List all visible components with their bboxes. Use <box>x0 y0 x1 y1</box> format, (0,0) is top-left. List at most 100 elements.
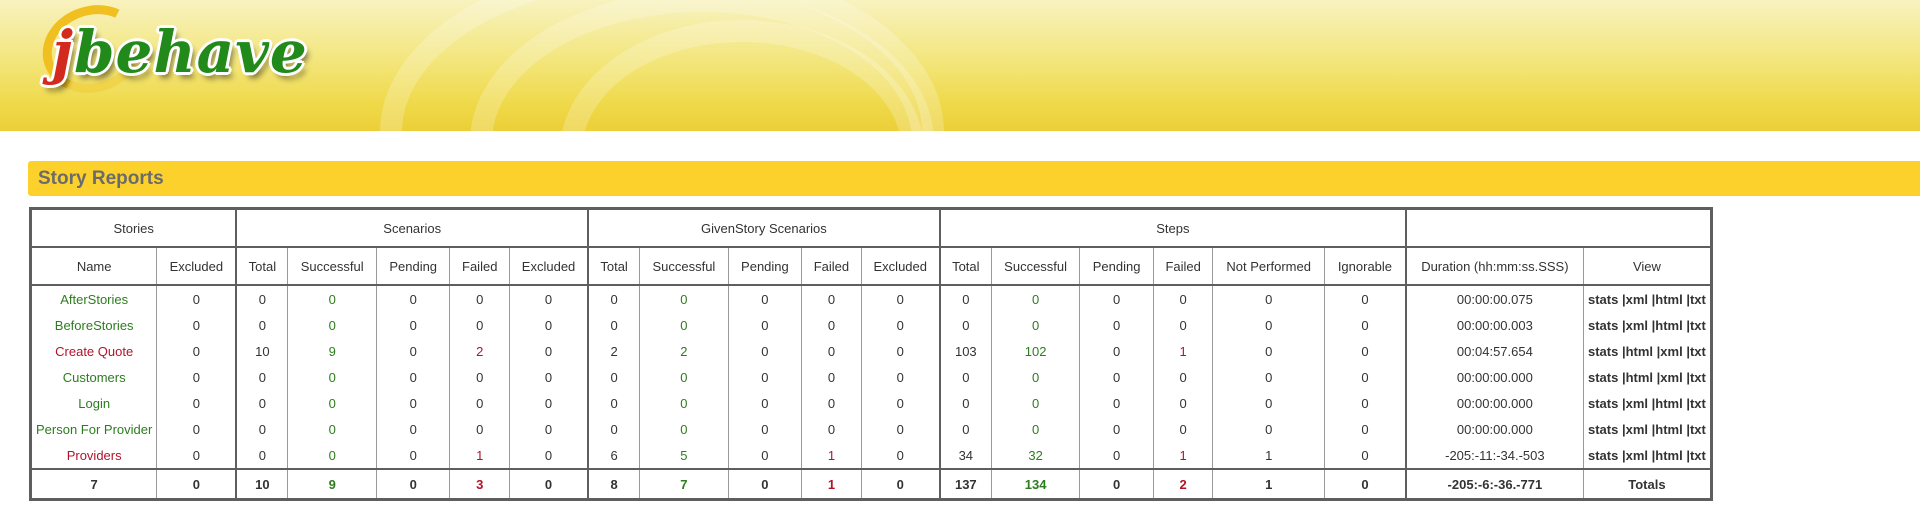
steps-successful-cell: 0 <box>990 312 1080 338</box>
steps-not-performed-cell: 0 <box>1212 312 1325 338</box>
totals-steps-not-performed-cell: 1 <box>1212 468 1325 500</box>
totals-givenstory-pending-cell: 0 <box>727 468 802 500</box>
col-givenstory-total: Total <box>587 246 640 286</box>
story-name-link[interactable]: Providers <box>31 442 157 469</box>
view-stats-link[interactable]: stats <box>1588 318 1618 333</box>
view-stats-link[interactable]: stats <box>1588 422 1618 437</box>
view-html-link[interactable]: |html <box>1652 448 1683 463</box>
story-excluded-cell: 0 <box>156 285 237 312</box>
totals-scenarios-successful-cell: 9 <box>287 468 377 500</box>
scenarios-total-cell: 0 <box>235 312 288 338</box>
story-name-link[interactable]: AfterStories <box>31 285 157 312</box>
scenarios-failed-cell: 0 <box>449 416 510 442</box>
steps-pending-cell: 0 <box>1079 442 1154 469</box>
view-xml-link[interactable]: |xml <box>1657 370 1683 385</box>
steps-total-cell: 0 <box>938 364 992 390</box>
col-steps-total: Total <box>938 246 992 286</box>
view-txt-link[interactable]: |txt <box>1686 396 1706 411</box>
steps-failed-cell: 1 <box>1152 442 1213 469</box>
col-steps-failed: Failed <box>1152 246 1213 286</box>
view-xml-link[interactable]: |xml <box>1622 292 1648 307</box>
view-links-cell: stats |html |xml |txt <box>1582 338 1712 364</box>
scenarios-total-cell: 0 <box>235 285 288 312</box>
view-html-link[interactable]: |html <box>1652 292 1683 307</box>
table-row: Person For Provider 0 0 0 0 0 0 0 0 0 0 0 0 0 0 0 0 0 00:0… <box>31 416 1712 442</box>
duration-cell: 00:00:00.075 <box>1404 285 1584 312</box>
steps-not-performed-cell: 0 <box>1212 285 1325 312</box>
view-html-link[interactable]: |html <box>1652 318 1683 333</box>
view-html-link[interactable]: |html <box>1622 370 1653 385</box>
view-xml-link[interactable]: |xml <box>1622 422 1648 437</box>
steps-failed-cell: 0 <box>1152 312 1213 338</box>
givenstory-pending-cell: 0 <box>727 416 802 442</box>
steps-pending-cell: 0 <box>1079 416 1154 442</box>
givenstory-failed-cell: 0 <box>801 285 862 312</box>
totals-duration-cell: -205:-6:-36.-771 <box>1404 468 1584 500</box>
view-html-link[interactable]: |html <box>1652 396 1683 411</box>
view-txt-link[interactable]: |txt <box>1686 448 1706 463</box>
steps-failed-cell: 0 <box>1152 364 1213 390</box>
givenstory-excluded-cell: 0 <box>860 442 940 469</box>
view-stats-link[interactable]: stats <box>1588 448 1618 463</box>
scenarios-pending-cell: 0 <box>375 442 450 469</box>
view-stats-link[interactable]: stats <box>1588 344 1618 359</box>
view-xml-link[interactable]: |xml <box>1657 344 1683 359</box>
givenstory-successful-cell: 2 <box>639 338 729 364</box>
scenarios-failed-cell: 0 <box>449 312 510 338</box>
section-bar: Story Reports <box>28 161 1920 196</box>
scenarios-failed-cell: 2 <box>449 338 510 364</box>
totals-scenarios-pending-cell: 0 <box>375 468 450 500</box>
totals-steps-pending-cell: 0 <box>1079 468 1154 500</box>
story-name-link[interactable]: Create Quote <box>31 338 157 364</box>
table-row: AfterStories 0 0 0 0 0 0 0 0 0 0 0 0 0 0 0 0 0 00:00:00.07… <box>31 285 1712 312</box>
scenarios-successful-cell: 0 <box>287 312 377 338</box>
steps-total-cell: 34 <box>938 442 992 469</box>
steps-ignorable-cell: 0 <box>1323 390 1406 416</box>
view-xml-link[interactable]: |xml <box>1622 396 1648 411</box>
view-txt-link[interactable]: |txt <box>1686 370 1706 385</box>
scenarios-excluded-cell: 0 <box>509 364 589 390</box>
totals-givenstory-failed-cell: 1 <box>801 468 862 500</box>
view-stats-link[interactable]: stats <box>1588 370 1618 385</box>
givenstory-excluded-cell: 0 <box>860 338 940 364</box>
duration-cell: -205:-11:-34.-503 <box>1404 442 1584 469</box>
story-name-link[interactable]: Customers <box>31 364 157 390</box>
steps-ignorable-cell: 0 <box>1323 442 1406 469</box>
view-html-link[interactable]: |html <box>1622 344 1653 359</box>
col-givenstory-pending: Pending <box>727 246 802 286</box>
col-scenarios-failed: Failed <box>449 246 510 286</box>
steps-pending-cell: 0 <box>1079 285 1154 312</box>
givenstory-total-cell: 2 <box>587 338 640 364</box>
view-xml-link[interactable]: |xml <box>1622 448 1648 463</box>
scenarios-pending-cell: 0 <box>375 364 450 390</box>
givenstory-failed-cell: 0 <box>801 338 862 364</box>
steps-successful-cell: 32 <box>990 442 1080 469</box>
view-stats-link[interactable]: stats <box>1588 292 1618 307</box>
givenstory-pending-cell: 0 <box>727 364 802 390</box>
view-txt-link[interactable]: |txt <box>1686 318 1706 333</box>
story-name-link[interactable]: Login <box>31 390 157 416</box>
view-stats-link[interactable]: stats <box>1588 396 1618 411</box>
scenarios-total-cell: 0 <box>235 364 288 390</box>
givenstory-failed-cell: 0 <box>801 390 862 416</box>
view-html-link[interactable]: |html <box>1652 422 1683 437</box>
scenarios-failed-cell: 0 <box>449 285 510 312</box>
story-name-link[interactable]: BeforeStories <box>31 312 157 338</box>
scenarios-excluded-cell: 0 <box>509 312 589 338</box>
view-txt-link[interactable]: |txt <box>1686 422 1706 437</box>
story-name-link[interactable]: Person For Provider <box>31 416 157 442</box>
steps-successful-cell: 0 <box>990 364 1080 390</box>
steps-pending-cell: 0 <box>1079 312 1154 338</box>
view-txt-link[interactable]: |txt <box>1686 344 1706 359</box>
scenarios-successful-cell: 0 <box>287 364 377 390</box>
scenarios-total-cell: 10 <box>235 338 288 364</box>
view-txt-link[interactable]: |txt <box>1686 292 1706 307</box>
table-row: Providers 0 0 0 0 1 0 6 5 0 1 0 34 32 0 1 1 0 -205:-11:-34… <box>31 442 1712 469</box>
steps-successful-cell: 0 <box>990 390 1080 416</box>
story-reports-table: Stories Scenarios GivenStory Scenarios S… <box>29 207 1713 501</box>
story-excluded-cell: 0 <box>156 390 237 416</box>
view-xml-link[interactable]: |xml <box>1622 318 1648 333</box>
steps-not-performed-cell: 0 <box>1212 390 1325 416</box>
group-given-story-scenarios: GivenStory Scenarios <box>587 208 940 247</box>
givenstory-total-cell: 0 <box>587 312 640 338</box>
